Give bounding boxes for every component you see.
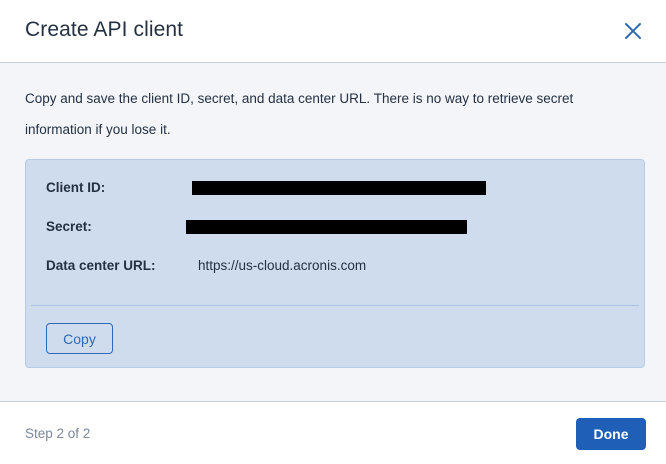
secret-redacted [186, 220, 467, 234]
copy-button[interactable]: Copy [46, 323, 113, 354]
create-api-client-dialog: Create API client Copy and save the clie… [0, 0, 666, 464]
dialog-title: Create API client [25, 18, 184, 41]
credentials-box: Client ID: Secret: Data center URL: http… [25, 159, 645, 368]
done-button[interactable]: Done [576, 418, 646, 450]
dialog-header: Create API client [0, 0, 666, 63]
intro-text: Copy and save the client ID, secret, and… [25, 91, 574, 137]
divider [31, 305, 639, 306]
data-center-value: https://us-cloud.acronis.com [198, 258, 367, 273]
close-button[interactable] [620, 18, 646, 44]
step-indicator: Step 2 of 2 [25, 426, 91, 441]
secret-label: Secret: [46, 219, 92, 234]
data-center-label: Data center URL: [46, 258, 156, 273]
close-icon [625, 23, 641, 39]
dialog-body: Copy and save the client ID, secret, and… [0, 63, 666, 401]
dialog-footer: Step 2 of 2 Done [0, 401, 666, 464]
client-id-redacted [192, 181, 486, 195]
client-id-label: Client ID: [46, 180, 106, 195]
